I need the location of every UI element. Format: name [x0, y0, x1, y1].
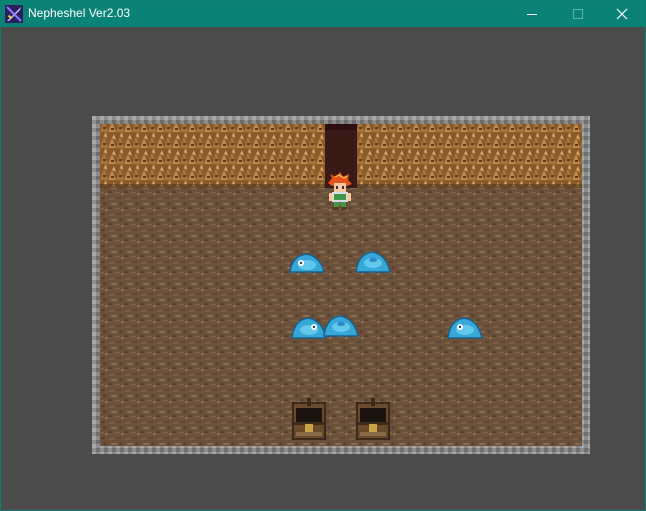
close-button[interactable]	[599, 1, 645, 27]
minimize-button[interactable]	[509, 1, 555, 27]
app-sword-icon	[5, 5, 23, 23]
maximize-button[interactable]	[555, 1, 601, 27]
game-viewport[interactable]	[2, 28, 644, 510]
dungeon-room	[92, 116, 590, 454]
close-icon	[616, 8, 628, 20]
minimize-icon	[527, 14, 537, 15]
window-title: Nepheshel Ver2.03	[28, 6, 131, 20]
treasure-chest	[356, 398, 390, 440]
title-bar[interactable]: Nepheshel Ver2.03	[1, 1, 645, 27]
treasure-chest	[292, 398, 326, 440]
app-window: Nepheshel Ver2.03	[0, 0, 646, 511]
maximize-icon	[573, 9, 583, 19]
